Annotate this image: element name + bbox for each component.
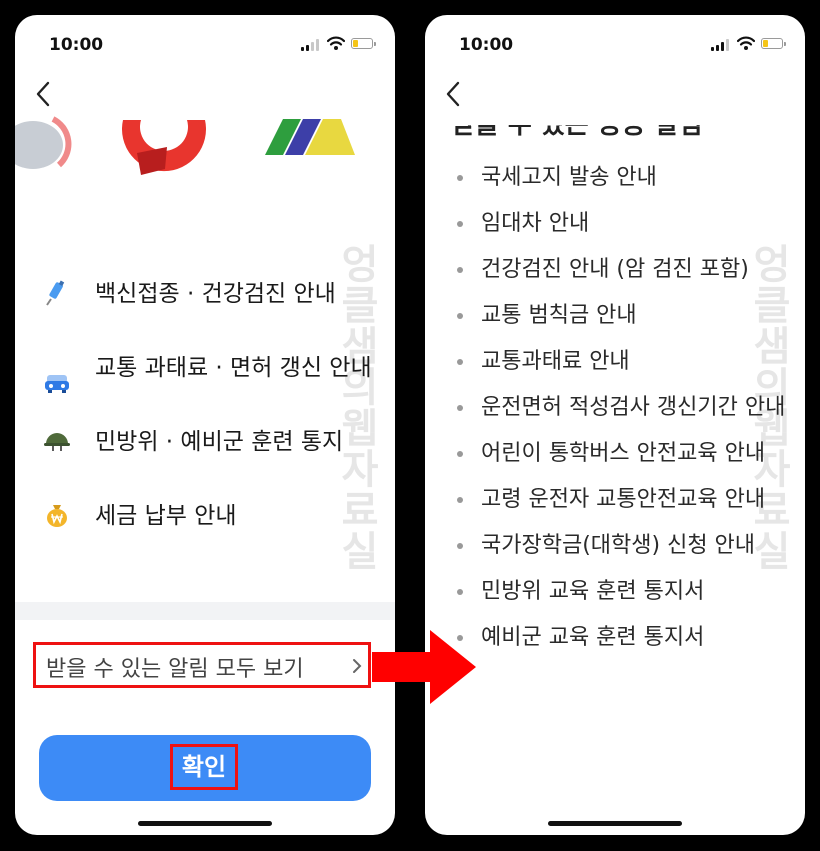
list-item-label: 백신접종 · 건강검진 안내 [95, 281, 336, 307]
status-time: 10:00 [459, 35, 514, 55]
list-item: 세금 납부 안내 [43, 499, 383, 533]
list-item: 백신접종 · 건강검진 안내 [43, 277, 383, 311]
chevron-right-icon [353, 659, 362, 673]
list-item: 교통 범칙금 안내 [455, 298, 795, 334]
back-chevron-icon[interactable] [33, 79, 55, 109]
striped-logo-icon [265, 119, 355, 155]
partner-logos-strip [15, 116, 355, 175]
confirm-button-label: 확인 [170, 744, 238, 790]
battery-icon [761, 38, 786, 49]
list-item: 민방위 교육 훈련 통지서 [455, 574, 795, 610]
heading-scroll-mask [425, 95, 805, 125]
list-item: 국세고지 발송 안내 [455, 160, 795, 196]
home-indicator [548, 821, 682, 826]
list-item: 임대차 안내 [455, 206, 795, 242]
view-all-alerts-label: 받을 수 있는 알림 모두 보기 [46, 657, 304, 682]
view-all-alerts-link[interactable]: 받을 수 있는 알림 모두 보기 [33, 642, 371, 688]
list-item: 교통과태료 안내 [455, 344, 795, 380]
status-time: 10:00 [49, 35, 104, 55]
list-item-label: 세금 납부 안내 [95, 503, 237, 529]
list-item: 운전면허 적성검사 갱신기간 안내 [455, 390, 795, 426]
back-chevron-icon[interactable] [443, 79, 465, 109]
left-phone-screen: 10:00 엉클샘의웹자료실 백신접종 · 건강검진 안내 교통 과태료 · 면… [15, 15, 395, 835]
public-alerts-list: 국세고지 발송 안내 임대차 안내 건강검진 안내 (암 검진 포함) 교통 범… [455, 160, 795, 666]
right-phone-screen: 10:00 받을 수 있는 공공 알림 엉클샘의웹자료실 국세고지 발송 안내 … [425, 15, 805, 835]
section-divider [15, 602, 395, 620]
list-item-label: 민방위 · 예비군 훈련 통지 [95, 429, 344, 455]
status-bar: 10:00 [15, 15, 395, 71]
wifi-icon [327, 36, 345, 50]
confirm-button[interactable]: 확인 [39, 735, 371, 801]
cellular-signal-icon [711, 39, 731, 51]
helmet-icon [44, 433, 70, 451]
home-indicator [138, 821, 272, 826]
list-item: 국가장학금(대학생) 신청 안내 [455, 528, 795, 564]
notification-types-list: 백신접종 · 건강검진 안내 교통 과태료 · 면허 갱신 안내 민방위 · 예… [43, 277, 383, 573]
red-ring-logo-icon [122, 120, 207, 175]
list-item: 어린이 통학버스 안전교육 안내 [455, 436, 795, 472]
list-item: 건강검진 안내 (암 검진 포함) [455, 252, 795, 288]
red-arrow-icon [372, 630, 476, 704]
status-bar: 10:00 [425, 15, 805, 71]
list-item: 교통 과태료 · 면허 갱신 안내 [43, 351, 383, 393]
list-item: 민방위 · 예비군 훈련 통지 [43, 425, 383, 459]
syringe-icon [46, 280, 65, 306]
grey-logo-icon [15, 116, 72, 169]
battery-icon [351, 38, 376, 49]
wifi-icon [737, 36, 755, 50]
cellular-signal-icon [301, 39, 321, 51]
money-bag-icon [47, 505, 67, 527]
car-icon [45, 375, 69, 393]
list-item: 고령 운전자 교통안전교육 안내 [455, 482, 795, 518]
list-item-label: 교통 과태료 · 면허 갱신 안내 [95, 355, 372, 381]
list-item: 예비군 교육 훈련 통지서 [455, 620, 795, 656]
